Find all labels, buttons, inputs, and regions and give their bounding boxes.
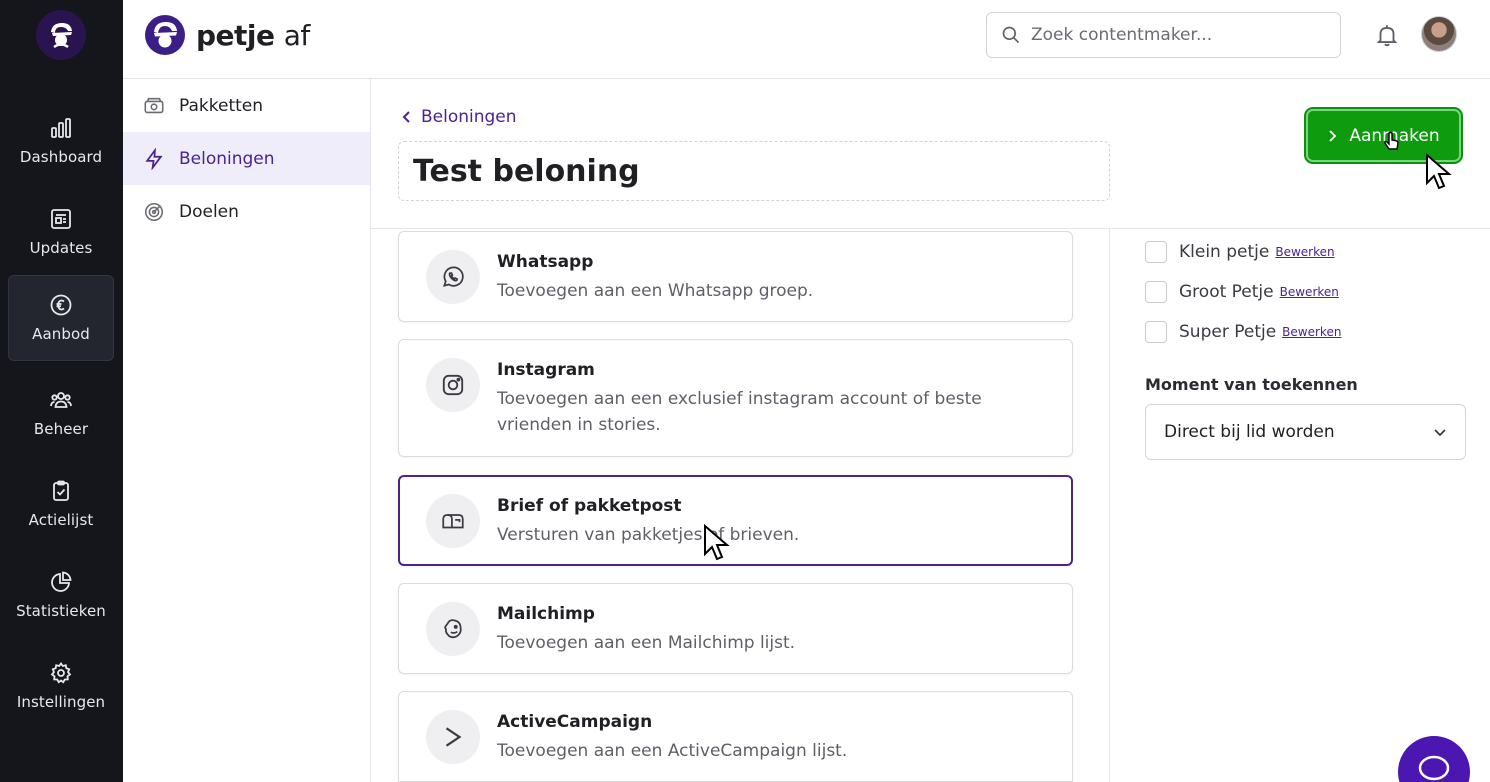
package-label: Groot Petje	[1179, 282, 1274, 302]
subnav-item-label: Pakketten	[179, 95, 264, 116]
main-sidebar: Dashboard Updates Aanbod Beheer Actielij…	[0, 0, 123, 782]
card-title: Whatsapp	[497, 252, 594, 272]
back-link[interactable]: Beloningen	[401, 107, 517, 127]
petje-af-logo-icon[interactable]	[36, 10, 86, 60]
search-box[interactable]	[986, 12, 1341, 58]
search-icon	[1002, 26, 1020, 44]
card-title: Brief of pakketpost	[497, 496, 682, 516]
create-button-label: Aanmaken	[1349, 125, 1440, 146]
subnav-item-beloningen[interactable]: Beloningen	[123, 132, 370, 185]
package-checkbox[interactable]	[1145, 281, 1167, 303]
card-title: ActiveCampaign	[497, 712, 653, 732]
nav-statistieken-label: Statistieken	[16, 602, 106, 620]
moment-select[interactable]: Direct bij lid worden	[1145, 404, 1466, 460]
reward-card-activecampaign[interactable]: ActiveCampaign Toevoegen aan een ActiveC…	[398, 691, 1073, 782]
moment-label: Moment van toekennen	[1145, 375, 1358, 394]
top-bar: petje af	[123, 0, 1490, 79]
package-checkbox[interactable]	[1145, 321, 1167, 343]
reward-card-mailchimp[interactable]: Mailchimp Toevoegen aan een Mailchimp li…	[398, 583, 1073, 674]
bar-chart-icon	[51, 118, 71, 138]
newspaper-icon	[51, 209, 71, 229]
reward-card-brief-of-pakketpost[interactable]: Brief of pakketpost Versturen van pakket…	[398, 475, 1073, 566]
nav-beheer-label: Beheer	[33, 420, 89, 438]
package-label: Klein petje	[1179, 242, 1270, 262]
instagram-icon	[442, 374, 464, 396]
brand-name-suffix: af	[283, 18, 311, 52]
chevron-down-icon	[1434, 429, 1446, 437]
lightning-icon	[145, 147, 163, 170]
chevron-left-icon	[402, 111, 410, 123]
nav-aanbod-label: Aanbod	[32, 325, 90, 343]
target-icon	[144, 202, 164, 221]
reward-card-instagram[interactable]: Instagram Toevoegen aan een exclusief in…	[398, 339, 1073, 457]
subnav-item-label: Beloningen	[179, 148, 275, 169]
edit-link[interactable]: Bewerken	[1280, 285, 1339, 299]
nav-instellingen-label: Instellingen	[16, 693, 106, 711]
divider	[1109, 228, 1110, 782]
package-icon	[144, 97, 164, 113]
package-option-groot-petje: Groot Petje Bewerken	[1145, 281, 1339, 303]
edit-link[interactable]: Bewerken	[1275, 245, 1334, 259]
avatar[interactable]	[1421, 16, 1457, 52]
activecampaign-icon	[445, 727, 462, 747]
nav-aanbod[interactable]: Aanbod	[8, 275, 114, 361]
card-title: Mailchimp	[497, 604, 595, 624]
moment-select-value: Direct bij lid worden	[1164, 422, 1335, 442]
subnav-item-pakketten[interactable]: Pakketten	[123, 79, 370, 132]
card-description: Toevoegen aan een Mailchimp lijst.	[497, 633, 796, 653]
gear-icon	[50, 661, 72, 684]
subnav-item-doelen[interactable]: Doelen	[123, 185, 370, 238]
mailbox-icon	[442, 514, 464, 529]
nav-actielijst-label: Actielijst	[28, 511, 94, 529]
icon-container	[426, 710, 480, 764]
sub-navigation: Pakketten Beloningen Doelen	[123, 79, 371, 782]
search-input[interactable]	[1031, 25, 1321, 45]
chat-icon	[1418, 755, 1450, 781]
icon-container	[426, 250, 480, 304]
nav-dashboard[interactable]: Dashboard	[8, 98, 114, 184]
icon-container	[426, 602, 480, 656]
card-title: Instagram	[497, 360, 595, 380]
chevron-right-icon	[1329, 129, 1337, 142]
back-link-label: Beloningen	[421, 107, 517, 127]
card-description: Toevoegen aan een Whatsapp groep.	[497, 281, 814, 301]
nav-actielijst[interactable]: Actielijst	[8, 461, 114, 547]
whatsapp-icon	[443, 266, 464, 287]
nav-updates-label: Updates	[29, 239, 93, 257]
icon-container	[426, 358, 480, 412]
card-description: Toevoegen aan een ActiveCampaign lijst.	[497, 741, 848, 761]
icon-container	[426, 494, 480, 548]
brand-name-bold: petje	[196, 18, 275, 52]
create-button[interactable]: Aanmaken	[1306, 109, 1461, 162]
package-checkbox[interactable]	[1145, 241, 1167, 263]
card-description: Versturen van pakketjes of brieven.	[497, 525, 800, 545]
nav-updates[interactable]: Updates	[8, 189, 114, 275]
card-description: Toevoegen aan een exclusief instagram ac…	[497, 389, 982, 435]
petje-af-logo-icon	[145, 15, 185, 55]
divider	[371, 228, 1490, 229]
brand-name: petje af	[196, 19, 310, 52]
subnav-item-label: Doelen	[179, 201, 239, 222]
package-option-super-petje: Super Petje Bewerken	[1145, 321, 1341, 343]
bell-icon[interactable]	[1374, 22, 1400, 48]
reward-card-whatsapp[interactable]: Whatsapp Toevoegen aan een Whatsapp groe…	[398, 231, 1073, 322]
package-option-klein-petje: Klein petje Bewerken	[1145, 241, 1335, 263]
brand-logo[interactable]: petje af	[144, 14, 310, 56]
chat-button[interactable]	[1398, 736, 1470, 782]
users-icon	[50, 392, 72, 408]
mailchimp-icon	[444, 619, 462, 639]
clipboard-check-icon	[53, 480, 69, 501]
nav-statistieken[interactable]: Statistieken	[8, 552, 114, 638]
nav-beheer[interactable]: Beheer	[8, 370, 114, 456]
title-field[interactable]: Test beloning	[398, 141, 1110, 201]
nav-instellingen[interactable]: Instellingen	[8, 643, 114, 729]
page-title[interactable]: Test beloning	[413, 154, 640, 189]
package-label: Super Petje	[1179, 322, 1277, 342]
euro-icon	[50, 294, 72, 316]
edit-link[interactable]: Bewerken	[1282, 325, 1341, 339]
nav-dashboard-label: Dashboard	[19, 148, 103, 166]
pie-chart-icon	[51, 571, 72, 592]
